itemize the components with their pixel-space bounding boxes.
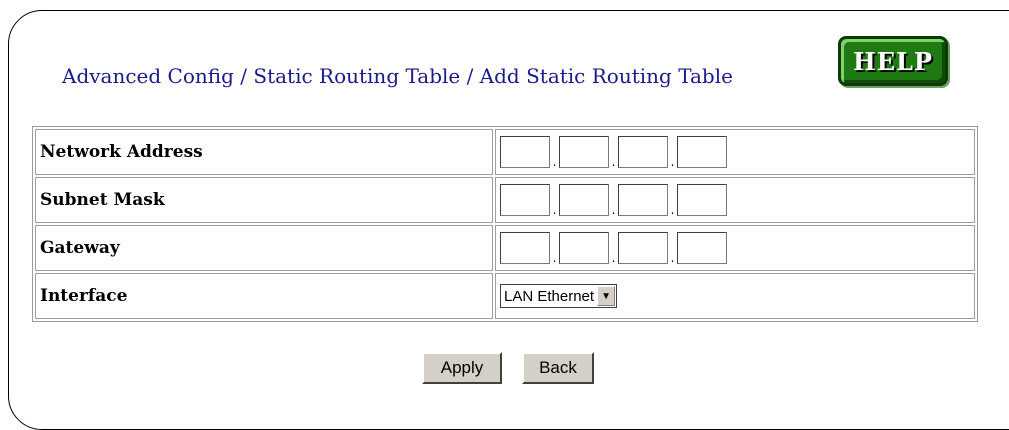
interface-cell: LAN Ethernet ▼	[495, 273, 975, 319]
subnet-mask-octet-3[interactable]	[618, 184, 668, 216]
table-row: Subnet Mask . . .	[35, 177, 975, 223]
ip-separator: .	[611, 155, 616, 169]
gateway-octet-2[interactable]	[559, 232, 609, 264]
subnet-mask-ip-group: . . .	[500, 184, 970, 216]
subnet-mask-cell: . . .	[495, 177, 975, 223]
apply-button[interactable]: Apply	[422, 352, 502, 384]
interface-selected-value: LAN Ethernet	[504, 287, 595, 305]
gateway-label: Gateway	[35, 225, 493, 271]
gateway-cell: . . .	[495, 225, 975, 271]
subnet-mask-octet-1[interactable]	[500, 184, 550, 216]
network-address-octet-2[interactable]	[559, 136, 609, 168]
ip-separator: .	[670, 203, 675, 217]
table-row: Gateway . . .	[35, 225, 975, 271]
help-button[interactable]: HELP	[838, 36, 948, 86]
gateway-octet-4[interactable]	[677, 232, 727, 264]
static-route-form-table: Network Address . . . Subnet Mask . . .	[32, 126, 978, 322]
ip-separator: .	[670, 251, 675, 265]
back-button[interactable]: Back	[522, 352, 594, 384]
ip-separator: .	[611, 203, 616, 217]
ip-separator: .	[611, 251, 616, 265]
interface-label: Interface	[35, 273, 493, 319]
subnet-mask-octet-2[interactable]	[559, 184, 609, 216]
ip-separator: .	[552, 203, 557, 217]
table-row: Interface LAN Ethernet ▼	[35, 273, 975, 319]
network-address-octet-4[interactable]	[677, 136, 727, 168]
network-address-octet-3[interactable]	[618, 136, 668, 168]
help-label: HELP	[853, 46, 933, 76]
network-address-octet-1[interactable]	[500, 136, 550, 168]
ip-separator: .	[552, 155, 557, 169]
ip-separator: .	[552, 251, 557, 265]
gateway-ip-group: . . .	[500, 232, 970, 264]
table-row: Network Address . . .	[35, 129, 975, 175]
chevron-down-icon[interactable]: ▼	[597, 286, 616, 306]
network-address-label: Network Address	[35, 129, 493, 175]
interface-select[interactable]: LAN Ethernet ▼	[500, 284, 618, 308]
ip-separator: .	[670, 155, 675, 169]
network-address-ip-group: . . .	[500, 136, 970, 168]
gateway-octet-1[interactable]	[500, 232, 550, 264]
page-title: Advanced Config / Static Routing Table /…	[62, 64, 733, 88]
gateway-octet-3[interactable]	[618, 232, 668, 264]
subnet-mask-octet-4[interactable]	[677, 184, 727, 216]
subnet-mask-label: Subnet Mask	[35, 177, 493, 223]
network-address-cell: . . .	[495, 129, 975, 175]
